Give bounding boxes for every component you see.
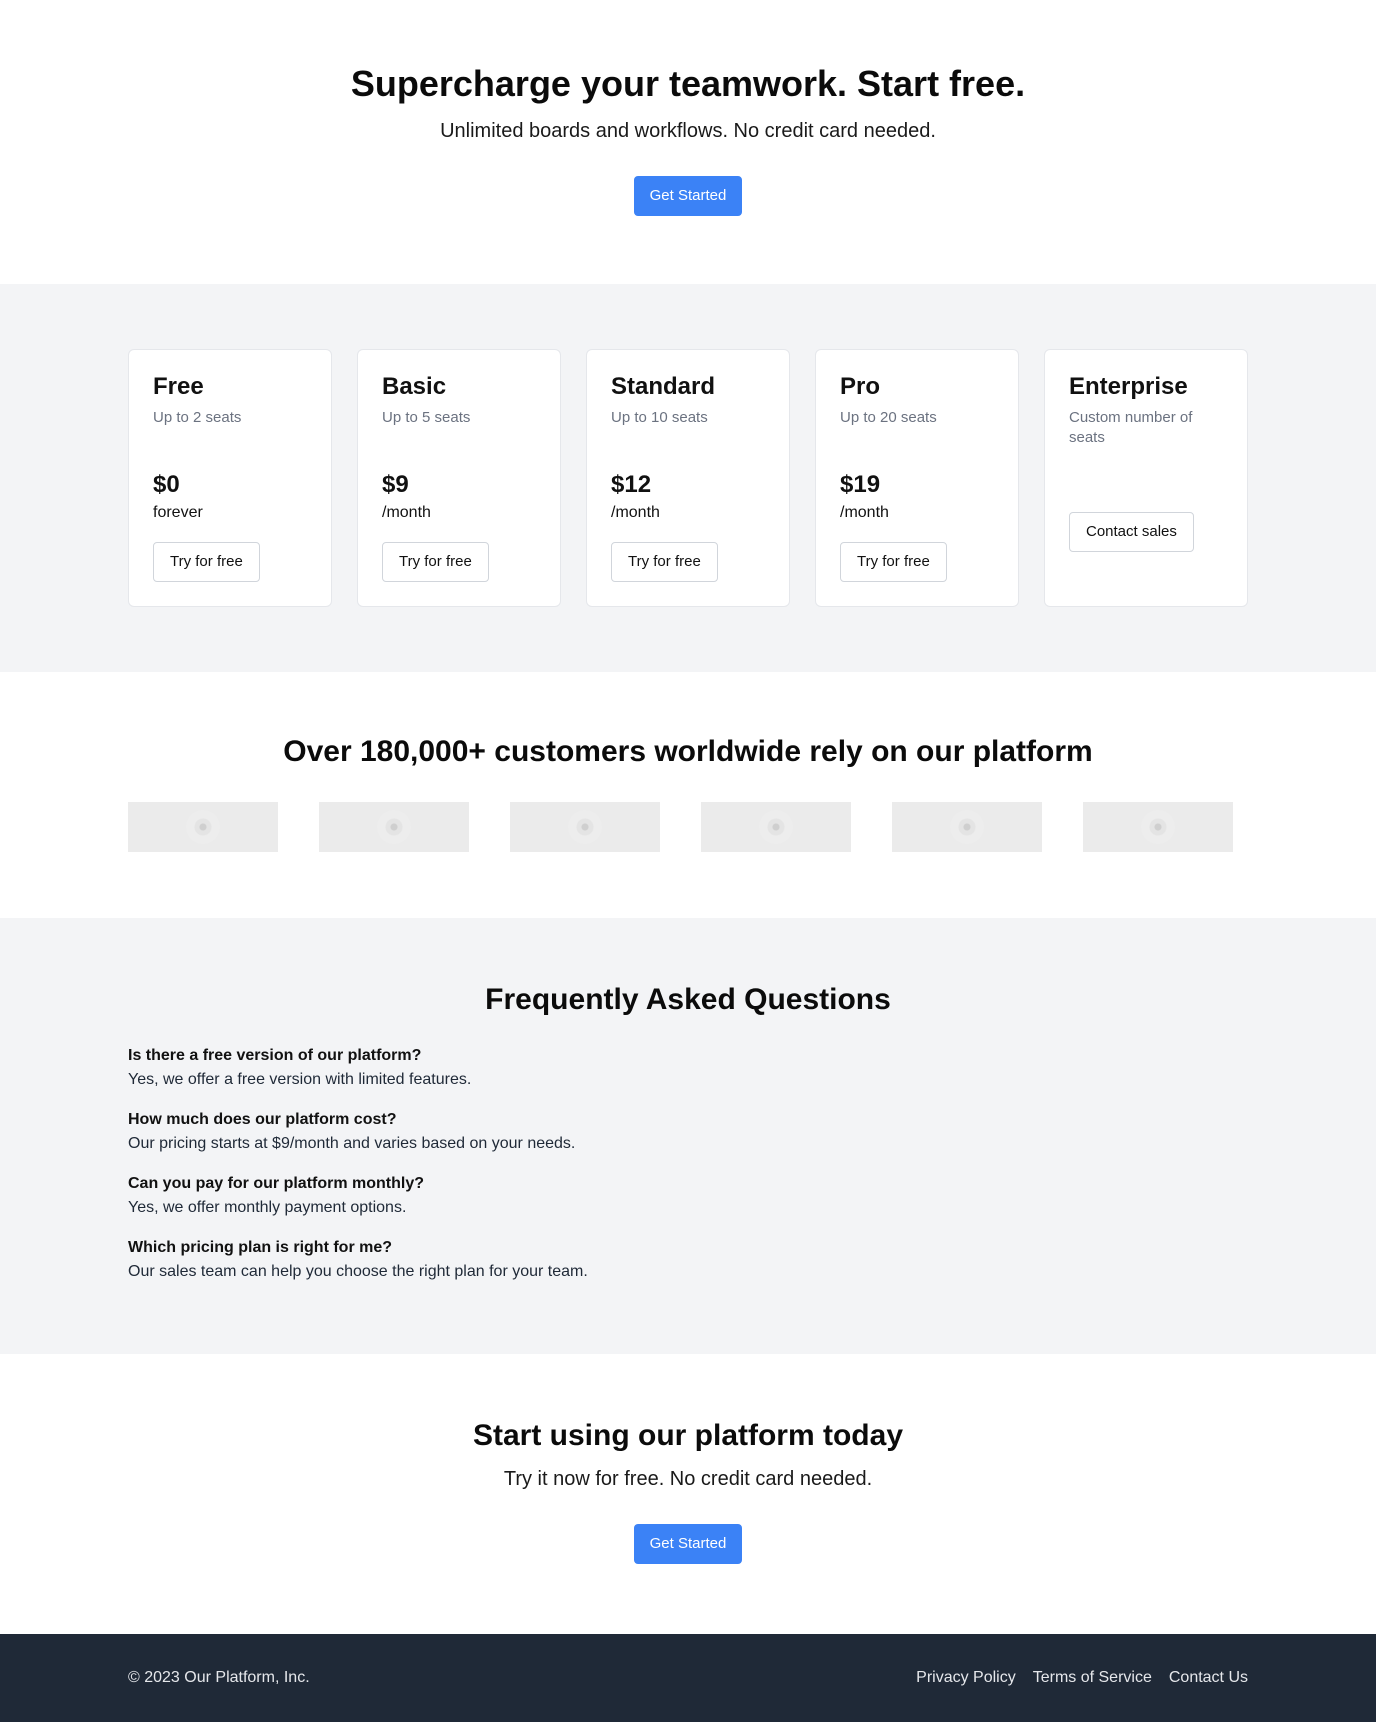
try-free-button[interactable]: Try for free [611, 542, 718, 582]
plan-name: Standard [611, 373, 716, 400]
footer-links: Privacy Policy Terms of Service Contact … [916, 1669, 1248, 1687]
faq-item: Is there a free version of our platform?… [128, 1044, 1248, 1092]
plan-seats: Up to 5 seats [382, 409, 471, 426]
customers-section: Over 180,000+ customers worldwide rely o… [0, 672, 1376, 918]
customer-logo-placeholder [128, 802, 278, 852]
faq-item: Which pricing plan is right for me? Our … [128, 1236, 1248, 1284]
cta-section: Start using our platform today Try it no… [0, 1354, 1376, 1634]
hero-section: Supercharge your teamwork. Start free. U… [0, 0, 1376, 284]
terms-of-service-link[interactable]: Terms of Service [1033, 1669, 1152, 1687]
faq-title: Frequently Asked Questions [485, 983, 891, 1016]
customer-logo-placeholder [701, 802, 851, 852]
plan-seats: Up to 2 seats [153, 409, 242, 426]
customer-logos [128, 802, 1248, 852]
image-placeholder-icon [1141, 810, 1175, 844]
plan-name: Pro [840, 373, 881, 400]
customer-logo-placeholder [1083, 802, 1233, 852]
plan-price: $19 [840, 471, 881, 498]
contact-sales-button[interactable]: Contact sales [1069, 512, 1194, 552]
contact-us-link[interactable]: Contact Us [1169, 1669, 1248, 1687]
plan-period: forever [153, 504, 203, 521]
plan-seats: Custom number of seats [1069, 409, 1193, 446]
plan-name: Basic [382, 373, 447, 400]
image-placeholder-icon [377, 810, 411, 844]
plan-card-enterprise: Enterprise Custom number of seats Contac… [1044, 349, 1248, 607]
cta-subtitle: Try it now for free. No credit card need… [503, 1468, 873, 1490]
privacy-policy-link[interactable]: Privacy Policy [916, 1669, 1016, 1687]
faq-list: Is there a free version of our platform?… [128, 1044, 1248, 1284]
try-free-button[interactable]: Try for free [153, 542, 260, 582]
plan-period: /month [611, 504, 660, 521]
faq-answer: Yes, we offer monthly payment options. [128, 1199, 407, 1216]
cta-title: Start using our platform today [472, 1419, 904, 1452]
footer-copyright: © 2023 Our Platform, Inc. [128, 1669, 310, 1686]
footer: © 2023 Our Platform, Inc. Privacy Policy… [0, 1634, 1376, 1722]
customer-logo-placeholder [319, 802, 469, 852]
faq-answer: Our pricing starts at $9/month and varie… [128, 1135, 576, 1152]
plan-card-basic: Basic Up to 5 seats $9 /month Try for fr… [357, 349, 561, 607]
faq-section: Frequently Asked Questions Is there a fr… [0, 918, 1376, 1354]
image-placeholder-icon [568, 810, 602, 844]
faq-item: Can you pay for our platform monthly? Ye… [128, 1172, 1248, 1220]
plan-seats: Up to 10 seats [611, 409, 708, 426]
pricing-section: Free Up to 2 seats $0 forever Try for fr… [0, 284, 1376, 672]
get-started-button[interactable]: Get Started [633, 176, 743, 216]
faq-answer: Yes, we offer a free version with limite… [128, 1071, 472, 1088]
get-started-button[interactable]: Get Started [633, 1524, 743, 1564]
customer-logo-placeholder [892, 802, 1042, 852]
customer-logo-placeholder [510, 802, 660, 852]
pricing-cards: Free Up to 2 seats $0 forever Try for fr… [128, 349, 1248, 607]
plan-period: /month [840, 504, 889, 521]
customers-title: Over 180,000+ customers worldwide rely o… [283, 735, 1093, 768]
plan-seats: Up to 20 seats [840, 409, 937, 426]
plan-price: $0 [153, 471, 180, 498]
faq-question: Is there a free version of our platform? [128, 1047, 422, 1064]
hero-subtitle: Unlimited boards and workflows. No credi… [440, 120, 936, 142]
plan-card-pro: Pro Up to 20 seats $19 /month Try for fr… [815, 349, 1019, 607]
plan-card-free: Free Up to 2 seats $0 forever Try for fr… [128, 349, 332, 607]
plan-card-standard: Standard Up to 10 seats $12 /month Try f… [586, 349, 790, 607]
faq-question: Which pricing plan is right for me? [128, 1239, 393, 1256]
plan-price: $9 [382, 471, 409, 498]
plan-price: $12 [611, 471, 652, 498]
hero-title: Supercharge your teamwork. Start free. [350, 63, 1026, 104]
plan-name: Enterprise [1069, 373, 1188, 400]
image-placeholder-icon [950, 810, 984, 844]
faq-answer: Our sales team can help you choose the r… [128, 1263, 588, 1280]
faq-question: How much does our platform cost? [128, 1111, 397, 1128]
try-free-button[interactable]: Try for free [382, 542, 489, 582]
image-placeholder-icon [186, 810, 220, 844]
try-free-button[interactable]: Try for free [840, 542, 947, 582]
image-placeholder-icon [759, 810, 793, 844]
faq-item: How much does our platform cost? Our pri… [128, 1108, 1248, 1156]
faq-question: Can you pay for our platform monthly? [128, 1175, 425, 1192]
plan-period: /month [382, 504, 431, 521]
plan-name: Free [153, 373, 204, 400]
